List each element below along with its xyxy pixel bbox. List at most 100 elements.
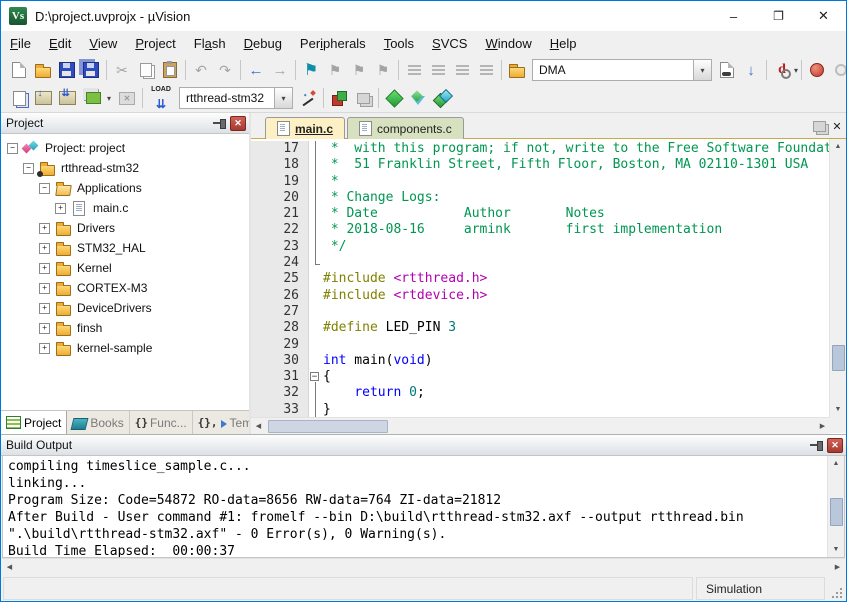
tree-toggle-icon[interactable]: + [39,263,50,274]
menu-item-tools[interactable]: Tools [375,31,423,56]
tree-item-main-c[interactable]: +main.c [1,198,249,218]
tree-item-stm32-hal[interactable]: +STM32_HAL [1,238,249,258]
code-editor[interactable]: 17 * with this program; if not, write to… [251,139,829,417]
editor-hscroll-thumb[interactable] [268,420,388,433]
tree-item-kernel[interactable]: +Kernel [1,258,249,278]
build-output-text[interactable]: compiling timeslice_sample.c...linking..… [3,456,827,557]
code-line[interactable]: 18 * 51 Franklin Street, Fifth Floor, Bo… [251,157,829,173]
manage-components-button[interactable] [327,86,351,110]
search-combobox[interactable]: DMA ▾ [532,59,712,81]
editor-vscroll-thumb[interactable] [832,345,845,371]
menu-item-view[interactable]: View [80,31,126,56]
paste-button[interactable] [158,58,182,82]
scroll-left-arrow-icon[interactable]: ◀ [251,418,266,434]
editor-vertical-scrollbar[interactable]: ▲ ▼ [829,139,846,417]
panel-tab-func[interactable]: {}Func... [130,411,193,434]
tree-item-kernel-sample[interactable]: +kernel-sample [1,338,249,358]
tree-toggle-icon[interactable]: + [39,223,50,234]
tree-toggle-icon[interactable]: − [23,163,34,174]
menu-item-window[interactable]: Window [476,31,540,56]
pack-installer-button[interactable] [430,86,454,110]
pin-icon[interactable] [212,117,226,129]
menu-item-debug[interactable]: Debug [235,31,291,56]
tree-item-rtthread-stm32[interactable]: −rtthread-stm32 [1,158,249,178]
code-line[interactable]: 21 * Date Author Notes [251,206,829,222]
translate-button[interactable] [7,86,31,110]
toggle-breakpoint-button[interactable] [805,58,829,82]
load-button[interactable]: LOAD ⇊ [146,86,176,110]
code-line[interactable]: 20 * Change Logs: [251,190,829,206]
select-packs-button[interactable] [406,86,430,110]
code-line[interactable]: 23 */ [251,239,829,255]
maximize-button[interactable]: ❐ [756,1,801,31]
tree-item-drivers[interactable]: +Drivers [1,218,249,238]
search-value[interactable]: DMA [533,63,693,77]
menu-item-help[interactable]: Help [541,31,586,56]
tree-toggle-icon[interactable]: + [39,323,50,334]
menu-item-svcs[interactable]: SVCS [423,31,476,56]
panel-tab-project[interactable]: Project [1,411,67,434]
new-file-button[interactable] [7,58,31,82]
code-line[interactable]: 17 * with this program; if not, write to… [251,141,829,157]
tree-item-devicedrivers[interactable]: +DeviceDrivers [1,298,249,318]
batch-build-button[interactable] [79,86,103,110]
scroll-down-arrow-icon[interactable]: ▼ [828,542,844,557]
close-document-button[interactable]: ✕ [828,116,846,136]
navigate-back-button[interactable]: ← [244,58,268,82]
code-line[interactable]: 29 [251,337,829,353]
code-line[interactable]: 27 [251,304,829,320]
code-line[interactable]: 31{ [251,369,829,385]
save-all-button[interactable] [79,58,103,82]
scroll-up-arrow-icon[interactable]: ▲ [828,456,844,471]
target-dropdown-button[interactable]: ▾ [274,88,292,108]
scroll-right-arrow-icon[interactable]: ▶ [815,418,830,434]
editor-tab-main-c[interactable]: main.c [265,117,345,139]
find-button[interactable] [715,58,739,82]
tree-toggle-icon[interactable]: − [7,143,18,154]
debug-dropdown-caret[interactable]: ▾ [794,58,798,82]
tree-item-project-project[interactable]: −Project: project [1,138,249,158]
menu-item-file[interactable]: File [1,31,40,56]
build-horizontal-scrollbar[interactable]: ◀ ▶ [2,558,845,575]
search-dropdown-button[interactable]: ▾ [693,60,711,80]
menu-item-peripherals[interactable]: Peripherals [291,31,375,56]
code-line[interactable]: 28#define LED_PIN 3 [251,320,829,336]
insert-bookmark-button[interactable]: ⚑ [299,58,323,82]
menu-item-project[interactable]: Project [126,31,184,56]
minimize-button[interactable]: – [711,1,756,31]
code-line[interactable]: 24 [251,255,829,271]
batch-build-caret[interactable]: ▾ [103,86,115,110]
code-line[interactable]: 19 * [251,174,829,190]
scroll-right-arrow-icon[interactable]: ▶ [830,559,845,575]
tree-toggle-icon[interactable]: − [39,183,50,194]
tree-item-cortex-m3[interactable]: +CORTEX-M3 [1,278,249,298]
panel-tab-books[interactable]: Books [67,411,129,434]
menu-item-flash[interactable]: Flash [185,31,235,56]
tree-item-finsh[interactable]: +finsh [1,318,249,338]
build-vertical-scrollbar[interactable]: ▲ ▼ [827,456,844,557]
scroll-up-arrow-icon[interactable]: ▲ [830,139,846,154]
scroll-left-arrow-icon[interactable]: ◀ [2,559,17,575]
rebuild-button[interactable]: ⇊ [55,86,79,110]
close-button[interactable]: ✕ [801,1,846,31]
code-line[interactable]: 30int main(void) [251,353,829,369]
editor-tab-components-c[interactable]: components.c [347,117,464,139]
scroll-down-arrow-icon[interactable]: ▼ [830,402,846,417]
pin-icon[interactable] [809,439,823,451]
code-line[interactable]: 26#include <rtdevice.h> [251,288,829,304]
code-line[interactable]: 33} [251,402,829,417]
find-in-files-button[interactable] [505,58,529,82]
save-button[interactable] [55,58,79,82]
code-line[interactable]: 32 return 0; [251,385,829,401]
document-list-button[interactable] [810,116,828,136]
fold-marker-icon[interactable] [309,369,323,385]
tree-toggle-icon[interactable]: + [55,203,66,214]
tree-toggle-icon[interactable]: + [39,343,50,354]
target-options-button[interactable] [296,86,320,110]
build-output-close-button[interactable]: ✕ [827,438,843,453]
tree-item-applications[interactable]: −Applications [1,178,249,198]
resize-grip[interactable] [828,577,844,600]
run-time-environment-button[interactable] [382,86,406,110]
panel-tab-temp[interactable]: {},Temp... [193,411,249,434]
target-combobox[interactable]: rtthread-stm32 ▾ [179,87,293,109]
